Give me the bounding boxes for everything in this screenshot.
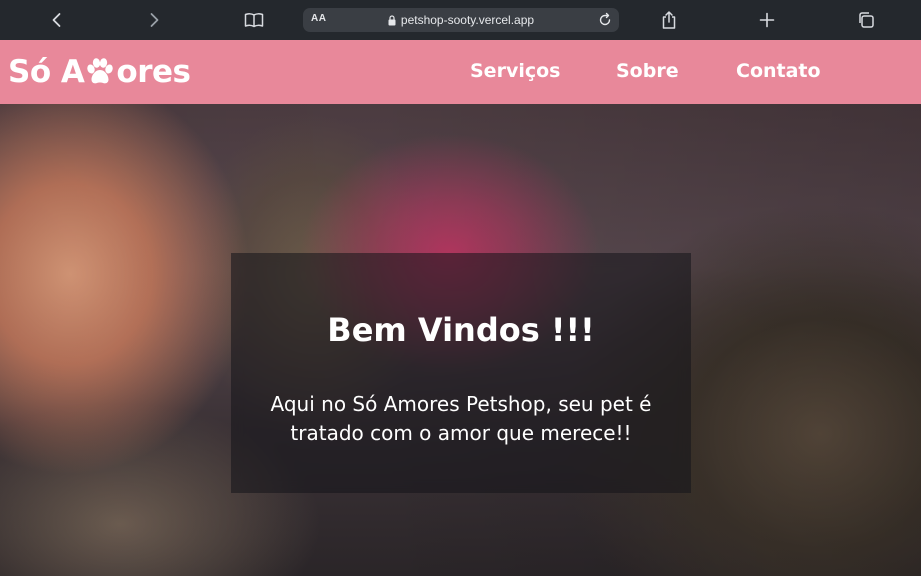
chevron-right-icon [150,13,159,27]
tabs-icon [859,12,874,28]
share-icon [662,11,676,29]
nav-link-sobre[interactable]: Sobre [616,60,679,82]
chevron-left-icon [52,13,61,27]
new-tab-button[interactable] [755,8,779,32]
address-bar[interactable]: AA petshop-sooty.vercel.app [303,8,619,32]
url-text: petshop-sooty.vercel.app [400,13,535,27]
welcome-card: Bem Vindos !!! Aqui no Só Amores Petshop… [231,253,691,493]
paw-icon [87,58,114,84]
back-button[interactable] [45,8,69,32]
book-icon [244,13,264,28]
web-page: Só A ores Serviços Sobre Contato Bem Vin… [0,40,921,576]
bookmarks-button[interactable] [242,8,266,32]
logo-text-start: Só A [8,54,85,90]
nav-link-servicos[interactable]: Serviços [470,60,560,82]
welcome-text: Aqui no Só Amores Petshop, seu pet é tra… [270,392,652,445]
welcome-title: Bem Vindos !!! [327,311,595,349]
site-navbar: Só A ores Serviços Sobre Contato [0,40,921,104]
plus-icon [759,12,775,28]
browser-toolbar: AA petshop-sooty.vercel.app [0,0,921,40]
logo-text-end: ores [116,54,191,90]
hero-section: Bem Vindos !!! Aqui no Só Amores Petshop… [0,104,921,576]
site-logo[interactable]: Só A ores [8,52,191,92]
lock-icon [388,14,396,25]
share-button[interactable] [657,8,681,32]
tabs-overview-button[interactable] [854,8,878,32]
nav-link-contato[interactable]: Contato [736,60,821,82]
forward-button[interactable] [142,8,166,32]
reload-icon[interactable] [597,12,613,28]
